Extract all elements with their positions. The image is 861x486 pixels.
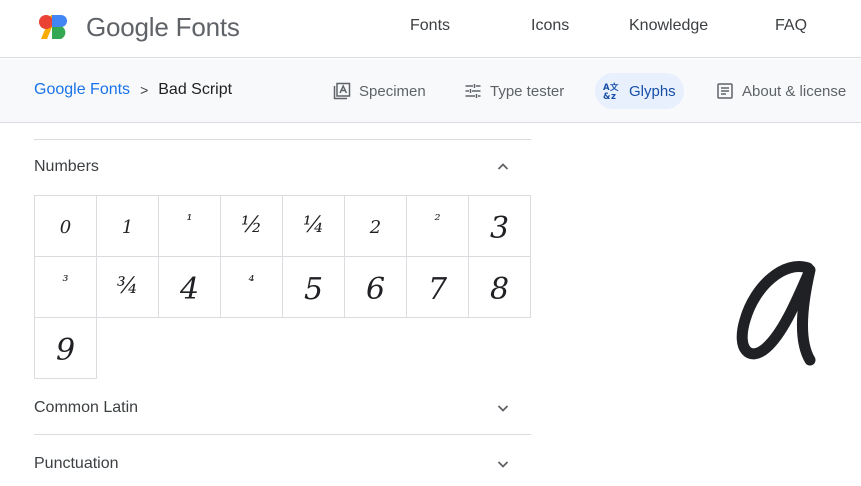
glyph-cell[interactable]: ½ [220, 195, 283, 257]
section-divider [34, 434, 531, 435]
glyph-cell[interactable]: 5 [282, 256, 345, 318]
numbers-section-title: Numbers [34, 158, 99, 175]
punctuation-section-title: Punctuation [34, 455, 119, 472]
chevron-up-icon[interactable] [495, 159, 511, 175]
top-header: Google Fonts Fonts Icons Knowledge FAQ [0, 0, 861, 58]
svg-text:&: & [603, 92, 611, 100]
glyph-preview [736, 261, 816, 366]
tab-glyphs-label: Glyphs [629, 82, 676, 100]
glyph-cell[interactable]: 2 [344, 195, 407, 257]
glyph-cell[interactable]: 9 [34, 317, 97, 379]
nav-icons[interactable]: Icons [531, 17, 569, 35]
glyph-cell[interactable]: ¼ [282, 195, 345, 257]
chevron-down-icon[interactable] [495, 456, 511, 472]
tab-about-license[interactable]: About & license [708, 73, 854, 109]
glyph-cell[interactable]: 7 [406, 256, 469, 318]
glyph-cell[interactable]: ³ [34, 256, 97, 318]
glyph-cell[interactable]: 4 [158, 256, 221, 318]
chevron-down-icon[interactable] [495, 400, 511, 416]
svg-text:z: z [611, 92, 616, 100]
section-divider [34, 139, 531, 140]
nav-faq[interactable]: FAQ [775, 17, 807, 35]
glyph-cell[interactable]: 8 [468, 256, 531, 318]
breadcrumb-root-link[interactable]: Google Fonts [34, 81, 130, 99]
nav-fonts[interactable]: Fonts [410, 17, 450, 35]
tab-specimen-label: Specimen [359, 82, 426, 100]
breadcrumb-current: Bad Script [158, 81, 233, 98]
tab-specimen[interactable]: Specimen [325, 73, 434, 109]
glyph-cell[interactable]: 1 [96, 195, 159, 257]
brand-title[interactable]: Google Fonts [86, 12, 240, 43]
nav-knowledge[interactable]: Knowledge [629, 17, 708, 35]
article-icon [717, 83, 733, 99]
glyph-cell[interactable]: 3 [468, 195, 531, 257]
glyph-cell[interactable]: ¹ [158, 195, 221, 257]
common-latin-section-title: Common Latin [34, 399, 139, 416]
punctuation-section-header[interactable]: Punctuation [34, 450, 531, 478]
tune-icon [465, 84, 481, 98]
breadcrumb: Google Fonts > Bad Script [34, 81, 232, 99]
glyph-cell[interactable]: ¾ [96, 256, 159, 318]
font-subheader: Google Fonts > Bad Script Specimen Type … [0, 59, 861, 123]
specimen-icon [333, 82, 351, 100]
glyph-cell[interactable]: 0 [34, 195, 97, 257]
tab-type-tester[interactable]: Type tester [456, 73, 572, 109]
common-latin-section-header[interactable]: Common Latin [34, 394, 531, 422]
tab-type-tester-label: Type tester [490, 82, 565, 100]
glyphs-icon: A 文 & z [603, 82, 619, 100]
google-fonts-logo-icon[interactable] [38, 13, 72, 41]
breadcrumb-separator: > [140, 82, 149, 98]
glyph-cell[interactable]: ⁴ [220, 256, 283, 318]
glyph-cell[interactable]: ² [406, 195, 469, 257]
glyph-cell[interactable]: 6 [344, 256, 407, 318]
tab-glyphs[interactable]: A 文 & z Glyphs [595, 73, 684, 109]
numbers-section-header[interactable]: Numbers [34, 153, 531, 181]
tab-about-license-label: About & license [742, 82, 847, 100]
